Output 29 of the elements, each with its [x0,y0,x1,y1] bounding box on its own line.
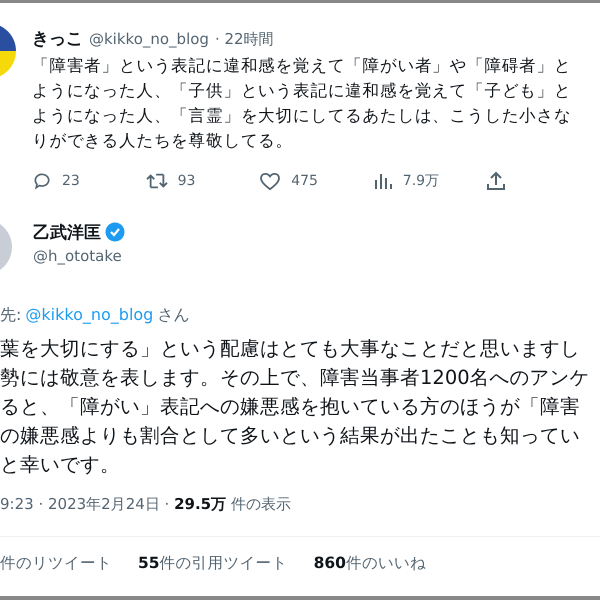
reply-to-suffix: さん [157,305,190,326]
tweet-text-line: 勢には敬意を表します。その上で、障害当事者1200名へのアンケ [0,365,591,391]
tweet-text-line: と幸いです。 [0,452,121,478]
tweet-text-line: りができる人たちを尊敬してる。 [32,130,294,152]
action-count: 93 [178,173,196,189]
heart-icon[interactable] [259,171,282,191]
user-name[interactable]: 乙武洋匡 [33,220,101,244]
tweet-text-line: 葉を大切にする」という配慮はとても大事なことだと思いますし [0,336,581,362]
timestamp: · 22時間 [214,30,274,49]
stat-link[interactable]: 860件のいいね [314,553,426,574]
user-handle[interactable]: @h_ototake [33,247,125,265]
tweet-text-line: ようになった人、「子供」という表記に違和感を覚えて「子ども」と [32,80,572,102]
bar-chart-icon[interactable] [372,171,393,191]
retweet-icon[interactable] [146,171,168,191]
share-icon[interactable] [486,171,506,191]
stat-link[interactable]: 件のリツイート [0,553,112,574]
tweet-meta: 9:23 · 2023年2月24日 · 29.5万 件の表示 [0,495,292,514]
user-handle[interactable]: @kikko_no_blog [89,30,209,48]
action-count: 23 [62,173,80,189]
tweet-text-line: の嫌悪感よりも割合として多いという結果が出たことも知ってい [0,423,581,449]
speech-bubble-icon[interactable] [32,171,52,191]
user-name[interactable]: きっこ [32,27,83,50]
action-count: 475 [291,173,318,189]
stat-link[interactable]: 55件の引用ツイート [138,553,288,574]
tweet-text-line: 「障害者」という表記に違和感を覚えて「障がい者」や「障碍者」と [32,55,572,77]
action-count: 7.9万 [402,172,440,190]
tweet-text-line: ようになった人、「言霊」を大切にしてるあたしは、こうした小さな [32,105,572,127]
tweet-text-line: ると、「障がい」表記への嫌悪感を抱いている方のほうが「障害 [0,394,581,420]
reply-to-label: 先: [0,305,22,326]
